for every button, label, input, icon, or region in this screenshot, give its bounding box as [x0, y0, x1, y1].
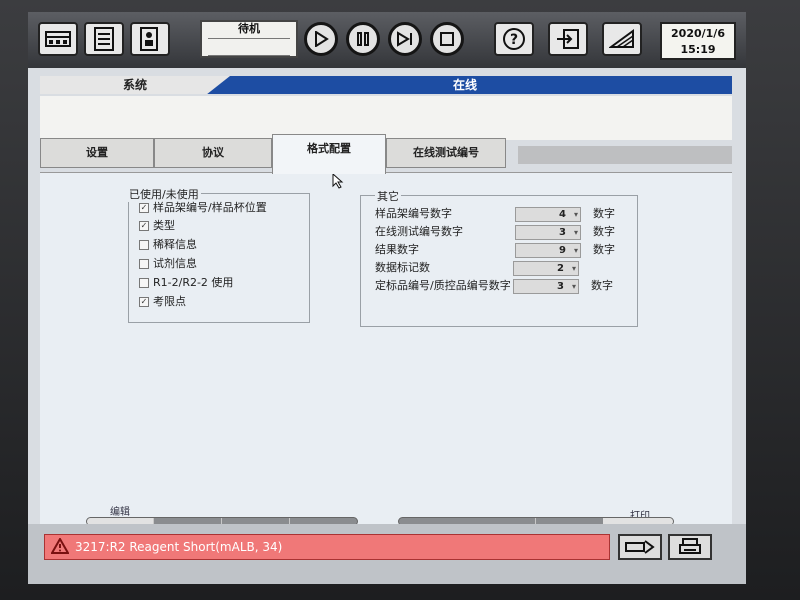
start-button[interactable]	[304, 22, 338, 56]
system-band[interactable]: 系统	[40, 76, 230, 94]
checkbox-label: 考限点	[153, 295, 186, 308]
list-icon	[94, 27, 114, 51]
tab-label: 协议	[202, 146, 224, 159]
checkbox-icon[interactable]	[139, 259, 149, 269]
sample-transfer-icon	[625, 540, 655, 554]
tab-settings[interactable]: 设置	[40, 138, 154, 168]
spinner-value: 9	[559, 245, 566, 256]
other-group: 其它 样品架编号数字 4 ▾ 数字 在线测试编号数字 3 ▾ 数字 结果数字 9 ▾ …	[360, 188, 638, 327]
checkbox-icon[interactable]	[139, 240, 149, 250]
checkbox-icon[interactable]: ✓	[139, 203, 149, 213]
rack-icon	[45, 31, 71, 47]
rack-icon-button[interactable]	[38, 22, 78, 56]
analyzer-screen: 待机 ? 2020/1/6 15:19 在线 系统 设置 协议 格式配置 在线测…	[28, 12, 746, 584]
status-text: 待机	[208, 22, 290, 39]
tab-label: 在线测试编号	[413, 146, 479, 159]
checkbox-dilution[interactable]: 稀释信息	[139, 237, 197, 253]
data-flag-count-spinner[interactable]: 2 ▾	[513, 261, 579, 276]
tab-format-config[interactable]: 格式配置	[272, 134, 386, 174]
checkbox-reagent[interactable]: 试剂信息	[139, 256, 197, 272]
checkbox-r1r2[interactable]: R1-2/R2-2 使用	[139, 275, 233, 291]
checkbox-limit-point[interactable]: ✓ 考限点	[139, 294, 186, 310]
group-title: 其它	[375, 188, 401, 204]
chevron-down-icon[interactable]: ▾	[574, 244, 578, 257]
exit-icon	[557, 29, 579, 49]
help-button[interactable]: ?	[494, 22, 534, 56]
field-label: 样品架编号数字	[375, 207, 452, 220]
chevron-down-icon[interactable]: ▾	[574, 208, 578, 221]
date-text: 2020/1/6	[671, 27, 725, 40]
monitor-icon	[609, 29, 634, 48]
chevron-down-icon[interactable]: ▾	[574, 226, 578, 239]
system-label: 系统	[122, 78, 147, 92]
chevron-down-icon[interactable]: ▾	[572, 280, 576, 293]
field-label: 定标品编号/质控品编号数字	[375, 279, 511, 292]
report-icon	[140, 27, 158, 51]
checkbox-type[interactable]: ✓ 类型	[139, 218, 175, 234]
field-unit: 数字	[593, 243, 615, 256]
pause-button[interactable]	[346, 22, 380, 56]
used-unused-group: 已使用/未使用 ✓ 样品架编号/样品杯位置 ✓ 类型 稀释信息 试剂信息 R1-2/…	[127, 186, 310, 323]
stop-icon	[440, 32, 454, 46]
checkbox-label: 样品架编号/样品杯位置	[153, 201, 267, 214]
play-icon	[315, 31, 329, 47]
checkbox-label: R1-2/R2-2 使用	[153, 276, 234, 289]
field-label: 结果数字	[375, 243, 419, 256]
checkbox-label: 稀释信息	[153, 238, 197, 251]
checkbox-label: 类型	[153, 219, 175, 232]
checkbox-icon[interactable]	[139, 278, 149, 288]
tab-protocol[interactable]: 协议	[154, 138, 272, 168]
edit-label: 编辑	[110, 507, 130, 518]
field-unit: 数字	[593, 207, 615, 220]
chevron-down-icon[interactable]: ▾	[572, 262, 576, 275]
result-digits-spinner[interactable]: 9 ▾	[515, 243, 581, 258]
checkbox-icon[interactable]: ✓	[139, 297, 149, 307]
rack-digits-spinner[interactable]: 4 ▾	[515, 207, 581, 222]
calib-control-digits-spinner[interactable]: 3 ▾	[513, 279, 579, 294]
online-test-digits-spinner[interactable]: 3 ▾	[515, 225, 581, 240]
error-message: 3217:R2 Reagent Short(mALB, 34)	[75, 540, 283, 554]
spinner-value: 3	[557, 281, 564, 292]
monitor-button[interactable]	[602, 22, 642, 56]
online-label: 在线	[452, 78, 477, 92]
spinner-value: 2	[557, 263, 564, 274]
skip-icon	[397, 31, 412, 47]
checkbox-icon[interactable]: ✓	[139, 221, 149, 231]
print-button[interactable]	[668, 534, 712, 560]
online-band: 在线	[198, 76, 732, 94]
mouse-cursor-icon	[332, 173, 344, 189]
error-alarm-bar[interactable]: 3217:R2 Reagent Short(mALB, 34)	[44, 534, 610, 560]
alarm-ack-button[interactable]	[618, 534, 662, 560]
tab-online-test-number[interactable]: 在线测试编号	[386, 138, 506, 168]
spinner-value: 3	[559, 227, 566, 238]
logout-button[interactable]	[548, 22, 588, 56]
svg-text:?: ?	[510, 32, 518, 48]
time-text: 15:19	[680, 43, 716, 56]
field-unit: 数字	[591, 279, 613, 292]
tab-bar-filler	[518, 146, 732, 164]
tab-bar: 设置 协议 格式配置 在线测试编号	[40, 132, 732, 174]
report-icon-button[interactable]	[130, 22, 170, 56]
checkbox-label: 试剂信息	[153, 257, 197, 270]
checkbox-rack-cup[interactable]: ✓ 样品架编号/样品杯位置	[139, 200, 267, 216]
list-icon-button[interactable]	[84, 22, 124, 56]
help-icon: ?	[503, 28, 525, 50]
status-line-2	[208, 39, 290, 56]
warning-icon	[51, 538, 69, 554]
printer-icon	[679, 538, 701, 554]
status-display: 待机	[200, 20, 298, 58]
tab-label: 格式配置	[307, 142, 351, 155]
field-label: 在线测试编号数字	[375, 225, 463, 238]
field-label: 数据标记数	[375, 261, 430, 274]
tab-label: 设置	[86, 146, 108, 159]
sampling-stop-button[interactable]	[388, 22, 422, 56]
field-unit: 数字	[593, 225, 615, 238]
stop-button[interactable]	[430, 22, 464, 56]
top-toolbar: 待机 ? 2020/1/6 15:19	[28, 12, 746, 68]
pause-icon	[357, 32, 369, 46]
spinner-value: 4	[559, 209, 566, 220]
datetime-display: 2020/1/6 15:19	[660, 22, 736, 60]
format-config-panel: 已使用/未使用 ✓ 样品架编号/样品杯位置 ✓ 类型 稀释信息 试剂信息 R1-2/…	[40, 172, 732, 531]
